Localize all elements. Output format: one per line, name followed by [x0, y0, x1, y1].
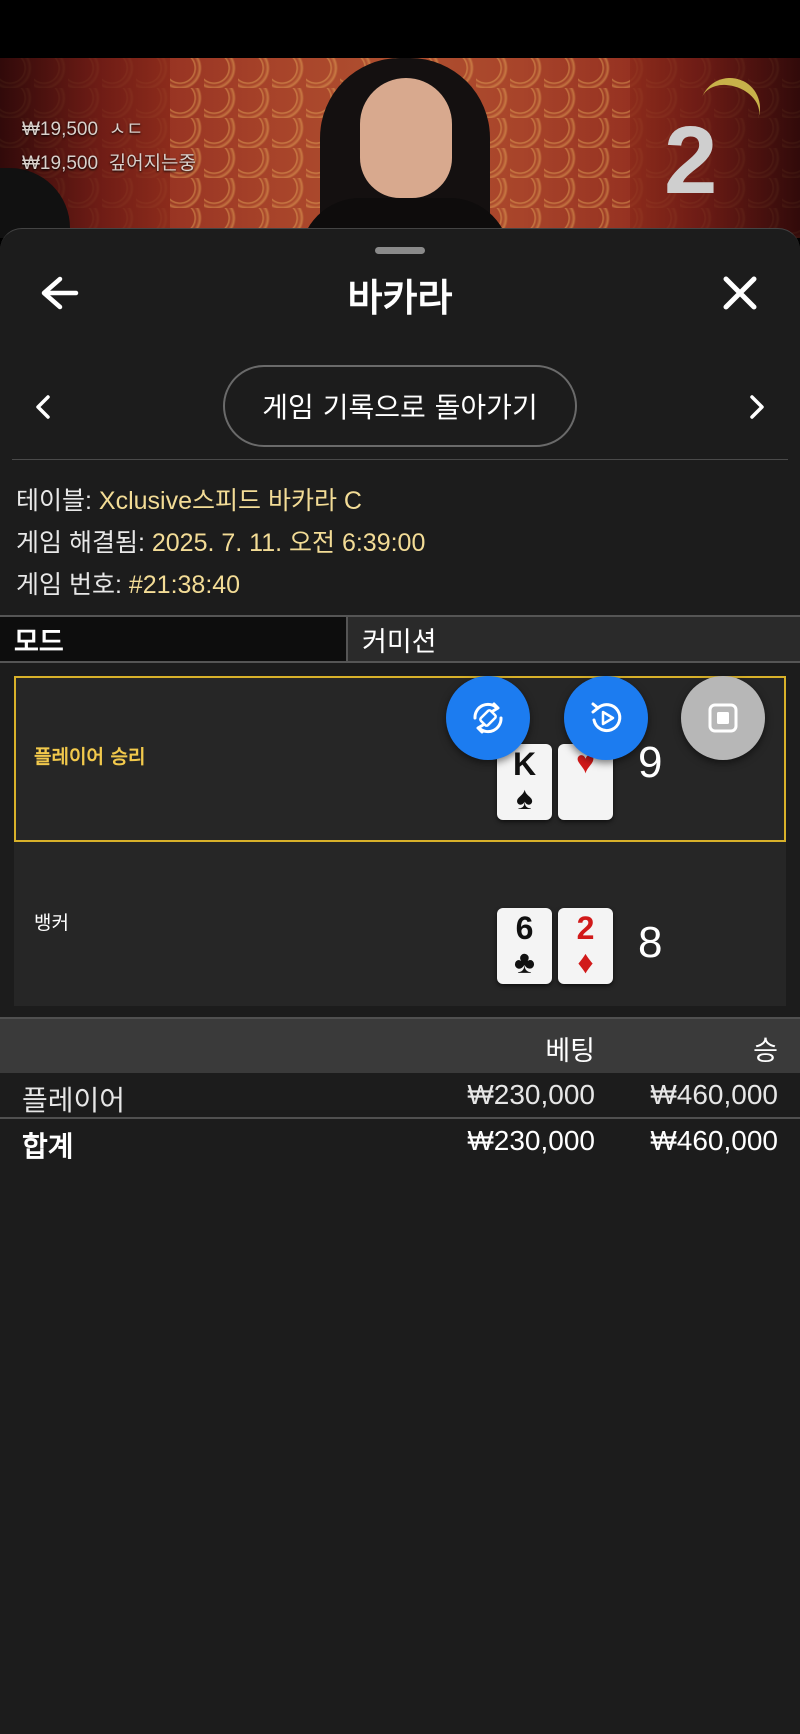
close-icon: [723, 276, 757, 310]
game-detail-sheet: 바카라 게임 기록으로 돌아가기 테이블: Xclusive스피드 바카라 C …: [0, 228, 800, 1734]
banker-card: 2 ♦: [558, 908, 613, 984]
banker-score: 8: [638, 918, 663, 967]
status-bar: [0, 0, 800, 58]
total-bet-amount: ₩230,000: [467, 1125, 595, 1156]
resolved-time-info: 게임 해결됨: 2025. 7. 11. 오전 6:39:00: [16, 529, 426, 557]
winner-ticker-item: ₩19,500 ㅅㄷ: [22, 119, 144, 140]
previous-game-button[interactable]: [32, 391, 56, 423]
game-number-info: 게임 번호: #21:38:40: [16, 571, 241, 599]
next-game-button[interactable]: [744, 391, 768, 423]
total-win-amount: ₩460,000: [650, 1125, 778, 1156]
chevron-left-icon: [36, 395, 50, 419]
chevron-right-icon: [750, 395, 764, 419]
total-row: 합계 ₩230,000 ₩460,000: [0, 1119, 800, 1165]
stop-button[interactable]: [681, 676, 765, 760]
column-header-win: 승: [753, 1036, 778, 1067]
mode-value: 커미션: [348, 617, 800, 661]
rotate-screen-icon: [473, 702, 503, 734]
mode-label: 모드: [0, 617, 348, 661]
mode-row: 모드 커미션: [0, 615, 800, 663]
table-row: 플레이어 ₩230,000 ₩460,000: [0, 1073, 800, 1119]
replay-icon: [591, 702, 622, 733]
page-title: 바카라: [347, 276, 453, 320]
bets-table-header: 베팅 승: [0, 1017, 800, 1073]
stop-icon: [708, 703, 738, 733]
winner-ticker-item: ₩19,500 깊어지는중: [22, 153, 197, 174]
bet-amount: ₩230,000: [467, 1079, 595, 1110]
rotate-button[interactable]: [446, 676, 530, 760]
table-info: 테이블: Xclusive스피드 바카라 C: [16, 487, 362, 515]
player-result-label: 플레이어 승리: [34, 746, 146, 768]
divider: [12, 459, 788, 460]
game-navigation: 게임 기록으로 돌아가기: [0, 365, 800, 449]
sheet-drag-handle[interactable]: [375, 247, 425, 254]
player-score: 9: [638, 738, 663, 787]
close-button[interactable]: [718, 271, 762, 315]
replay-button[interactable]: [564, 676, 648, 760]
column-header-bet: 베팅: [545, 1036, 595, 1067]
bet-name: 플레이어: [22, 1085, 126, 1116]
banker-label: 뱅커: [34, 912, 69, 934]
win-amount: ₩460,000: [650, 1079, 778, 1110]
live-video-stream: ₩19,500 ㅅㄷ ₩19,500 깊어지는중 2: [0, 58, 800, 238]
dealer-face: [360, 78, 452, 198]
round-counter: 2: [664, 107, 718, 214]
back-to-history-button[interactable]: 게임 기록으로 돌아가기: [223, 365, 577, 447]
total-label: 합계: [22, 1131, 74, 1162]
hand-results: 플레이어 승리 K ♠ ♥ 9 뱅커 6 ♣ 2 ♦ 8: [14, 676, 786, 1006]
banker-card: 6 ♣: [497, 908, 552, 984]
